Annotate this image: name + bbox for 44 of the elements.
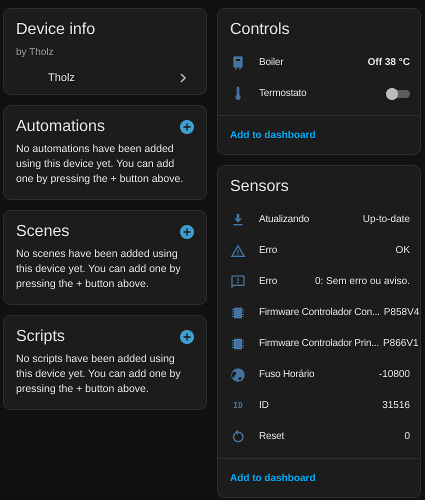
sensor-name[interactable]: Firmware Controlador Con... <box>259 307 380 318</box>
toggle-switch[interactable] <box>386 88 410 100</box>
empty-message: No scripts have been added using this device yet. You can add one by pressing the + button above. <box>15 352 182 397</box>
sensor-value: -10800 <box>378 369 410 380</box>
sensor-name[interactable]: Erro <box>259 245 392 256</box>
sensor-value: Up-to-date <box>362 214 410 225</box>
sensor-value: 31516 <box>382 400 410 411</box>
manufacturer-text: by Tholz <box>15 46 55 58</box>
chip-icon <box>230 336 246 352</box>
add-to-dashboard-link[interactable]: Add to dashboard <box>230 473 316 484</box>
sensor-value: 0 <box>404 431 410 442</box>
add-button[interactable] <box>180 120 194 134</box>
empty-message: No automations have been added using this device yet. You can add one by pressing the + button above. <box>15 142 184 187</box>
sensor-name[interactable]: Erro <box>259 276 311 287</box>
add-to-dashboard-link[interactable]: Add to dashboard <box>230 130 316 141</box>
id-icon: ID <box>230 401 246 410</box>
sensor-name[interactable]: Reset <box>259 431 400 442</box>
add-button[interactable] <box>180 330 194 344</box>
warning-icon <box>230 242 246 258</box>
entity-name[interactable]: Boiler <box>259 57 364 68</box>
sensor-value: OK <box>396 245 410 256</box>
sensor-name[interactable]: Fuso Horário <box>259 369 375 380</box>
card-title: Sensors <box>230 178 289 196</box>
chevron-right-icon <box>178 73 188 83</box>
sensor-name[interactable]: Atualizando <box>259 214 359 225</box>
sensor-name[interactable]: ID <box>259 400 378 411</box>
entity-state: Off 38 °C <box>368 57 410 68</box>
globe-icon <box>230 366 246 382</box>
card-title: Scenes <box>16 223 70 241</box>
empty-message: No scenes have been added using this device yet. You can add one by pressing the + button above. <box>15 247 182 292</box>
sensor-name[interactable]: Firmware Controlador Prin... <box>259 338 379 349</box>
device-link[interactable]: Tholz <box>4 58 206 94</box>
message-alert-icon <box>230 274 246 290</box>
add-button[interactable] <box>180 225 194 239</box>
sensor-value: P866V1 <box>383 338 419 349</box>
card-title: Automations <box>16 118 105 136</box>
card-title: Device info <box>16 21 96 39</box>
card-title: Scripts <box>16 328 65 346</box>
chip-icon <box>230 304 246 320</box>
card-title: Controls <box>230 21 290 39</box>
restart-icon <box>230 428 246 444</box>
sensor-value: P858V4 <box>384 307 420 318</box>
sensor-value: 0: Sem erro ou aviso. <box>314 276 410 287</box>
entity-name[interactable]: Termostato <box>259 88 386 99</box>
